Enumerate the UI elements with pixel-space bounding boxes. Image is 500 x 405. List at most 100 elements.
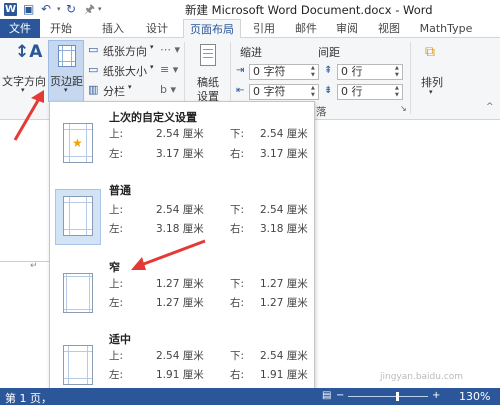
bottom-label: 下: xyxy=(230,204,245,216)
indent-label: 缩进 xyxy=(240,46,262,59)
orientation-button[interactable]: 纸张方向 xyxy=(103,43,147,59)
zoom-in-icon[interactable]: + xyxy=(432,390,440,401)
option-name: 普通 xyxy=(109,184,131,197)
bottom-value: 2.54 厘米 xyxy=(260,350,308,362)
top-label: 上: xyxy=(109,350,124,362)
margin-option-last-custom[interactable]: ★ 上次的自定义设置 上: 2.54 厘米 下: 2.54 厘米 左: 3.17… xyxy=(50,102,314,178)
redo-icon[interactable]: ↻ xyxy=(66,1,76,17)
paragraph-group-label: 落 xyxy=(316,106,327,118)
option-name: 适中 xyxy=(109,333,131,346)
text-direction-button[interactable]: ↕A 文字方向 ▾ xyxy=(2,40,46,100)
zoom-slider-thumb[interactable] xyxy=(396,392,399,401)
dialog-launcher-icon[interactable]: ↘ xyxy=(400,104,407,113)
arrange-icon: ⧉ xyxy=(425,44,435,60)
undo-icon[interactable]: ↶ xyxy=(41,1,51,17)
customize-qat-icon[interactable]: ▾ xyxy=(98,1,102,17)
tab-design[interactable]: 设计 xyxy=(141,19,173,38)
left-label: 左: xyxy=(109,148,124,160)
spin-arrows-icon[interactable]: ▲ ▼ xyxy=(395,85,401,99)
chevron-down-icon: ▾ xyxy=(64,86,68,94)
bottom-label: 下: xyxy=(230,128,245,140)
text-direction-icon: ↕A xyxy=(15,42,43,62)
bottom-value: 2.54 厘米 xyxy=(260,204,308,216)
top-value: 2.54 厘米 xyxy=(156,350,204,362)
tab-review[interactable]: 审阅 xyxy=(331,19,363,38)
spacing-before-icon: ⇞ xyxy=(324,65,333,76)
word-logo-icon: W xyxy=(4,3,17,16)
spin-arrows-icon[interactable]: ▲ ▼ xyxy=(395,65,401,79)
undo-dropdown-icon[interactable]: ▾ xyxy=(57,1,61,17)
margin-option-narrow[interactable]: 窄 上: 1.27 厘米 下: 1.27 厘米 左: 1.27 厘米 右: 1.… xyxy=(50,252,314,328)
ribbon-tabs: 文件 开始 插入 设计 页面布局 引用 邮件 审阅 视图 MathType xyxy=(0,19,500,39)
margin-preview-icon xyxy=(63,196,93,236)
margin-guide xyxy=(0,261,50,262)
tab-view[interactable]: 视图 xyxy=(373,19,405,38)
watermark: jingyan.baidu.com xyxy=(380,372,464,382)
size-button[interactable]: 纸张大小 xyxy=(103,63,147,79)
chevron-down-icon: ▾ xyxy=(21,86,25,94)
arrange-button[interactable]: ⧉ 排列 ▾ xyxy=(414,40,452,102)
tab-home[interactable]: 开始 xyxy=(45,19,77,38)
tab-mailings[interactable]: 邮件 xyxy=(290,19,322,38)
spacing-after-input[interactable]: 0 行 ▲ ▼ xyxy=(337,84,403,100)
view-mode-icon[interactable]: ▤ xyxy=(322,390,331,401)
columns-button[interactable]: 分栏 xyxy=(103,83,125,99)
tab-file[interactable]: 文件 xyxy=(0,19,40,38)
indent-right-value: 0 字符 xyxy=(253,85,286,98)
status-bar: 第 1 页， ▤ − + 130% xyxy=(0,388,500,405)
orientation-icon: ▭ xyxy=(88,43,99,56)
indent-left-input[interactable]: 0 字符 ▲ ▼ xyxy=(249,64,319,80)
zoom-out-icon[interactable]: − xyxy=(336,390,344,401)
tab-references[interactable]: 引用 xyxy=(248,19,280,38)
line-numbers-icon[interactable]: ≡ ▾ xyxy=(160,63,178,76)
save-icon[interactable]: ▣ xyxy=(23,1,34,17)
zoom-slider[interactable] xyxy=(348,392,428,401)
draft-paper-button[interactable]: 稿纸 设置 xyxy=(190,40,226,103)
margin-preview-icon xyxy=(63,273,93,313)
margins-dropdown: ★ 上次的自定义设置 上: 2.54 厘米 下: 2.54 厘米 左: 3.17… xyxy=(49,101,315,405)
tab-insert[interactable]: 插入 xyxy=(97,19,129,38)
option-name: 上次的自定义设置 xyxy=(109,111,197,124)
right-value: 1.27 厘米 xyxy=(260,297,308,309)
window-title: 新建 Microsoft Word Document.docx - Word xyxy=(185,3,433,17)
spin-arrows-icon[interactable]: ▲ ▼ xyxy=(311,65,317,79)
clip-icon[interactable]: 🖈 xyxy=(84,1,95,17)
spacing-after-icon: ⇟ xyxy=(324,85,333,96)
spacing-before-value: 0 行 xyxy=(341,65,363,78)
right-value: 3.18 厘米 xyxy=(260,223,308,235)
hyphenation-icon[interactable]: b ▾ xyxy=(160,83,176,96)
indent-right-input[interactable]: 0 字符 ▲ ▼ xyxy=(249,84,319,100)
margin-preview-icon xyxy=(63,345,93,385)
right-label: 右: xyxy=(230,297,245,309)
right-label: 右: xyxy=(230,223,245,235)
tab-mathtype[interactable]: MathType xyxy=(415,19,477,38)
paragraph-mark-icon: ↵ xyxy=(30,261,38,271)
spacing-before-input[interactable]: 0 行 ▲ ▼ xyxy=(337,64,403,80)
page-indicator[interactable]: 第 1 页， xyxy=(5,390,52,405)
bottom-value: 1.27 厘米 xyxy=(260,278,308,290)
star-icon: ★ xyxy=(72,136,83,150)
margins-icon xyxy=(58,45,76,67)
spacing-after-value: 0 行 xyxy=(341,85,363,98)
tab-page-layout[interactable]: 页面布局 xyxy=(183,19,241,39)
chevron-down-icon: ▾ xyxy=(429,88,433,96)
bottom-label: 下: xyxy=(230,278,245,290)
collapse-ribbon-icon[interactable]: ^ xyxy=(486,102,494,112)
zoom-level[interactable]: 130% xyxy=(459,390,490,403)
chevron-down-icon: ▾ xyxy=(128,83,132,91)
right-label: 右: xyxy=(230,369,245,381)
left-value: 1.91 厘米 xyxy=(156,369,204,381)
draft-paper-icon xyxy=(200,44,216,66)
left-label: 左: xyxy=(109,223,124,235)
margin-option-normal[interactable]: 普通 上: 2.54 厘米 下: 2.54 厘米 左: 3.18 厘米 右: 3… xyxy=(50,175,314,251)
title-bar: W ▣ ↶ ▾ ↻ 🖈 ▾ 新建 Microsoft Word Document… xyxy=(0,0,500,19)
spin-arrows-icon[interactable]: ▲ ▼ xyxy=(311,85,317,99)
indent-right-icon: ⇤ xyxy=(236,85,245,96)
breaks-icon[interactable]: ⋯ ▾ xyxy=(160,43,180,56)
left-value: 3.17 厘米 xyxy=(156,148,204,160)
top-label: 上: xyxy=(109,204,124,216)
margin-preview-icon: ★ xyxy=(63,123,93,163)
right-value: 1.91 厘米 xyxy=(260,369,308,381)
group-divider xyxy=(410,42,411,114)
margins-button[interactable]: 页边距 ▾ xyxy=(48,40,84,102)
